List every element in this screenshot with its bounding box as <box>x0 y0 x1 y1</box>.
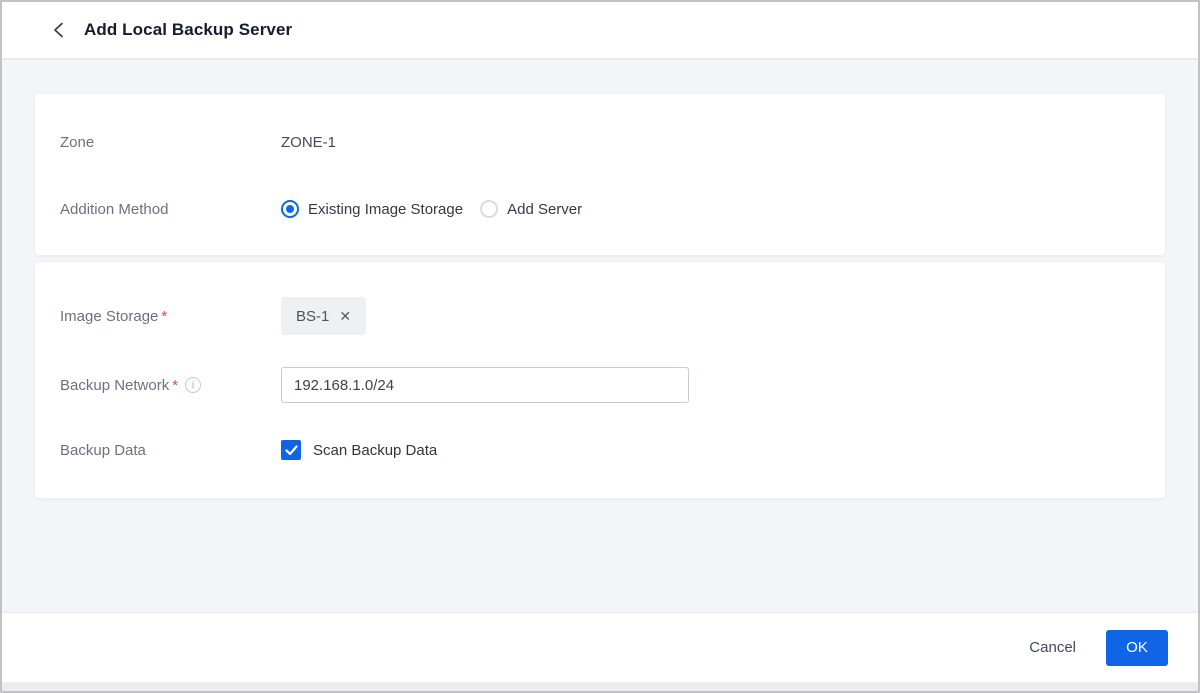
backup-data-row: Backup Data Scan Backup Data <box>60 440 1140 460</box>
backup-network-row: Backup Network* i <box>60 367 1140 403</box>
addition-method-radio-group: Existing Image Storage Add Server <box>281 200 582 218</box>
addition-method-label: Addition Method <box>60 201 281 218</box>
image-storage-tag[interactable]: BS-1 ✕ <box>281 297 366 335</box>
page-title: Add Local Backup Server <box>84 20 292 40</box>
form-body: Zone ZONE-1 Addition Method Existing Ima… <box>2 60 1198 612</box>
backup-network-input[interactable] <box>281 367 689 403</box>
radio-option-label[interactable]: Add Server <box>507 201 582 218</box>
backup-settings-card: Image Storage* BS-1 ✕ Backup Network* i … <box>35 262 1165 498</box>
required-asterisk: * <box>161 308 167 325</box>
radio-unselected-icon[interactable] <box>480 200 498 218</box>
addition-method-row: Addition Method Existing Image Storage A… <box>60 200 1140 218</box>
radio-option-label[interactable]: Existing Image Storage <box>308 201 463 218</box>
scan-backup-data-checkbox-wrap[interactable]: Scan Backup Data <box>281 440 437 460</box>
backup-network-label-text: Backup Network <box>60 377 169 394</box>
bottom-strip <box>2 682 1198 691</box>
footer-action-bar: Cancel OK <box>2 612 1198 682</box>
ok-button[interactable]: OK <box>1106 630 1168 666</box>
image-storage-row: Image Storage* BS-1 ✕ <box>60 297 1140 335</box>
zone-method-card: Zone ZONE-1 Addition Method Existing Ima… <box>35 94 1165 255</box>
backup-data-label: Backup Data <box>60 442 281 459</box>
radio-option-add-server[interactable]: Add Server <box>480 200 582 218</box>
image-storage-tag-label: BS-1 <box>296 308 329 325</box>
page-header: Add Local Backup Server <box>2 2 1198 60</box>
zone-value: ZONE-1 <box>281 134 336 151</box>
tag-remove-icon[interactable]: ✕ <box>339 309 351 323</box>
zone-row: Zone ZONE-1 <box>60 134 1140 151</box>
image-storage-label-text: Image Storage <box>60 308 158 325</box>
radio-option-existing-image-storage[interactable]: Existing Image Storage <box>281 200 463 218</box>
back-icon[interactable] <box>48 20 68 40</box>
checkbox-checked-icon[interactable] <box>281 440 301 460</box>
cancel-button[interactable]: Cancel <box>1029 639 1076 656</box>
scan-backup-data-label[interactable]: Scan Backup Data <box>313 442 437 459</box>
zone-label: Zone <box>60 134 281 151</box>
image-storage-label: Image Storage* <box>60 308 281 325</box>
backup-network-label: Backup Network* i <box>60 377 281 394</box>
info-icon[interactable]: i <box>185 377 201 393</box>
radio-selected-icon[interactable] <box>281 200 299 218</box>
required-asterisk: * <box>172 377 178 394</box>
